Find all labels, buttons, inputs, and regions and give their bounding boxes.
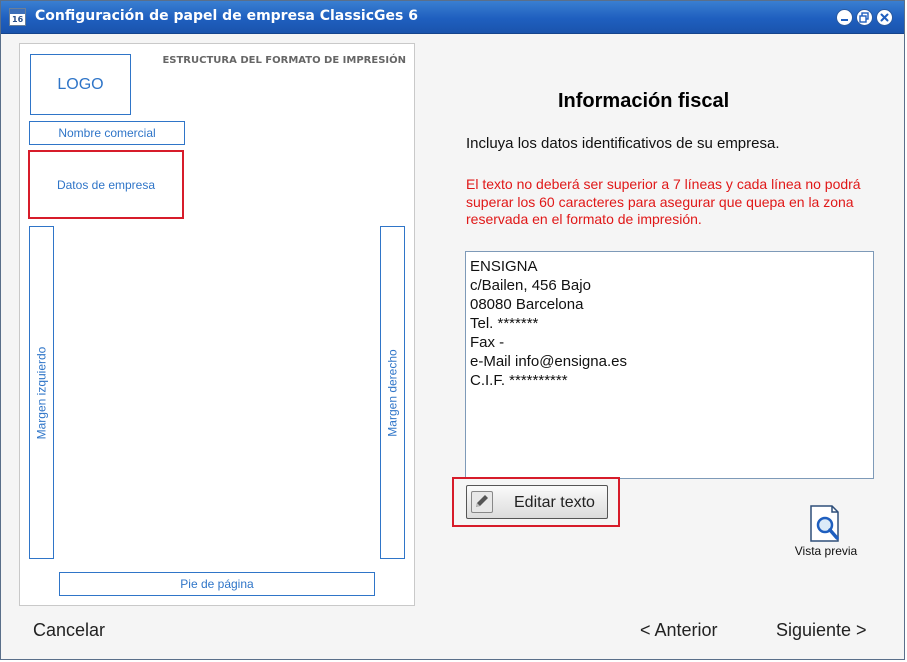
preview-label: Vista previa [794, 544, 858, 558]
trade-name-label: Nombre comercial [58, 126, 156, 140]
structure-label: ESTRUCTURA DEL FORMATO DE IMPRESIÓN [162, 55, 406, 66]
fiscal-info-textarea[interactable]: ENSIGNA c/Bailen, 456 Bajo 08080 Barcelo… [465, 251, 874, 479]
pencil-icon [471, 491, 493, 513]
left-margin-label: Margen izquierdo [34, 346, 49, 439]
close-button[interactable] [877, 10, 892, 25]
fiscal-line: c/Bailen, 456 Bajo [470, 277, 591, 294]
previous-button[interactable]: < Anterior [640, 620, 718, 641]
next-button[interactable]: Siguiente > [776, 620, 867, 641]
company-data-box: Datos de empresa [28, 150, 184, 219]
fiscal-line: Fax - [470, 334, 505, 351]
left-margin-box: Margen izquierdo [29, 226, 54, 559]
logo-label: LOGO [57, 75, 104, 93]
right-margin-box: Margen derecho [380, 226, 405, 559]
warning-text: El texto no deberá ser superior a 7 líne… [466, 176, 861, 227]
trade-name-box: Nombre comercial [29, 121, 185, 145]
window-title: Configuración de papel de empresa Classi… [35, 8, 418, 24]
page-title: Información fiscal [558, 90, 730, 112]
print-structure-preview: ESTRUCTURA DEL FORMATO DE IMPRESIÓN LOGO… [19, 43, 415, 606]
cancel-button[interactable]: Cancelar [33, 620, 105, 641]
title-bar: 16 Configuración de papel de empresa Cla… [1, 1, 904, 34]
fiscal-line: 08080 Barcelona [470, 296, 584, 313]
close-icon [880, 13, 889, 22]
preview-button[interactable]: Vista previa [786, 505, 866, 561]
app-icon-text: 16 [12, 15, 24, 24]
magnifier-document-icon [810, 505, 839, 542]
fiscal-line: ENSIGNA [470, 258, 538, 275]
fiscal-line: Tel. ******* [470, 315, 539, 332]
footer-box: Pie de página [59, 572, 375, 596]
edit-text-button[interactable]: Editar texto [466, 485, 608, 519]
intro-text: Incluya los datos identificativos de su … [466, 135, 780, 152]
restore-button[interactable] [857, 10, 872, 25]
minimize-button[interactable] [837, 10, 852, 25]
footer-label: Pie de página [180, 577, 254, 591]
company-data-label: Datos de empresa [56, 177, 156, 192]
minimize-icon [841, 19, 848, 21]
app-icon: 16 [9, 8, 26, 26]
fiscal-line: C.I.F. ********** [470, 372, 568, 389]
restore-icon [859, 12, 869, 23]
fiscal-line: e-Mail info@ensigna.es [470, 353, 627, 370]
edit-text-label: Editar texto [514, 494, 595, 511]
right-margin-label: Margen derecho [385, 348, 400, 437]
wizard-window: 16 Configuración de papel de empresa Cla… [0, 0, 905, 660]
logo-box: LOGO [30, 54, 131, 115]
